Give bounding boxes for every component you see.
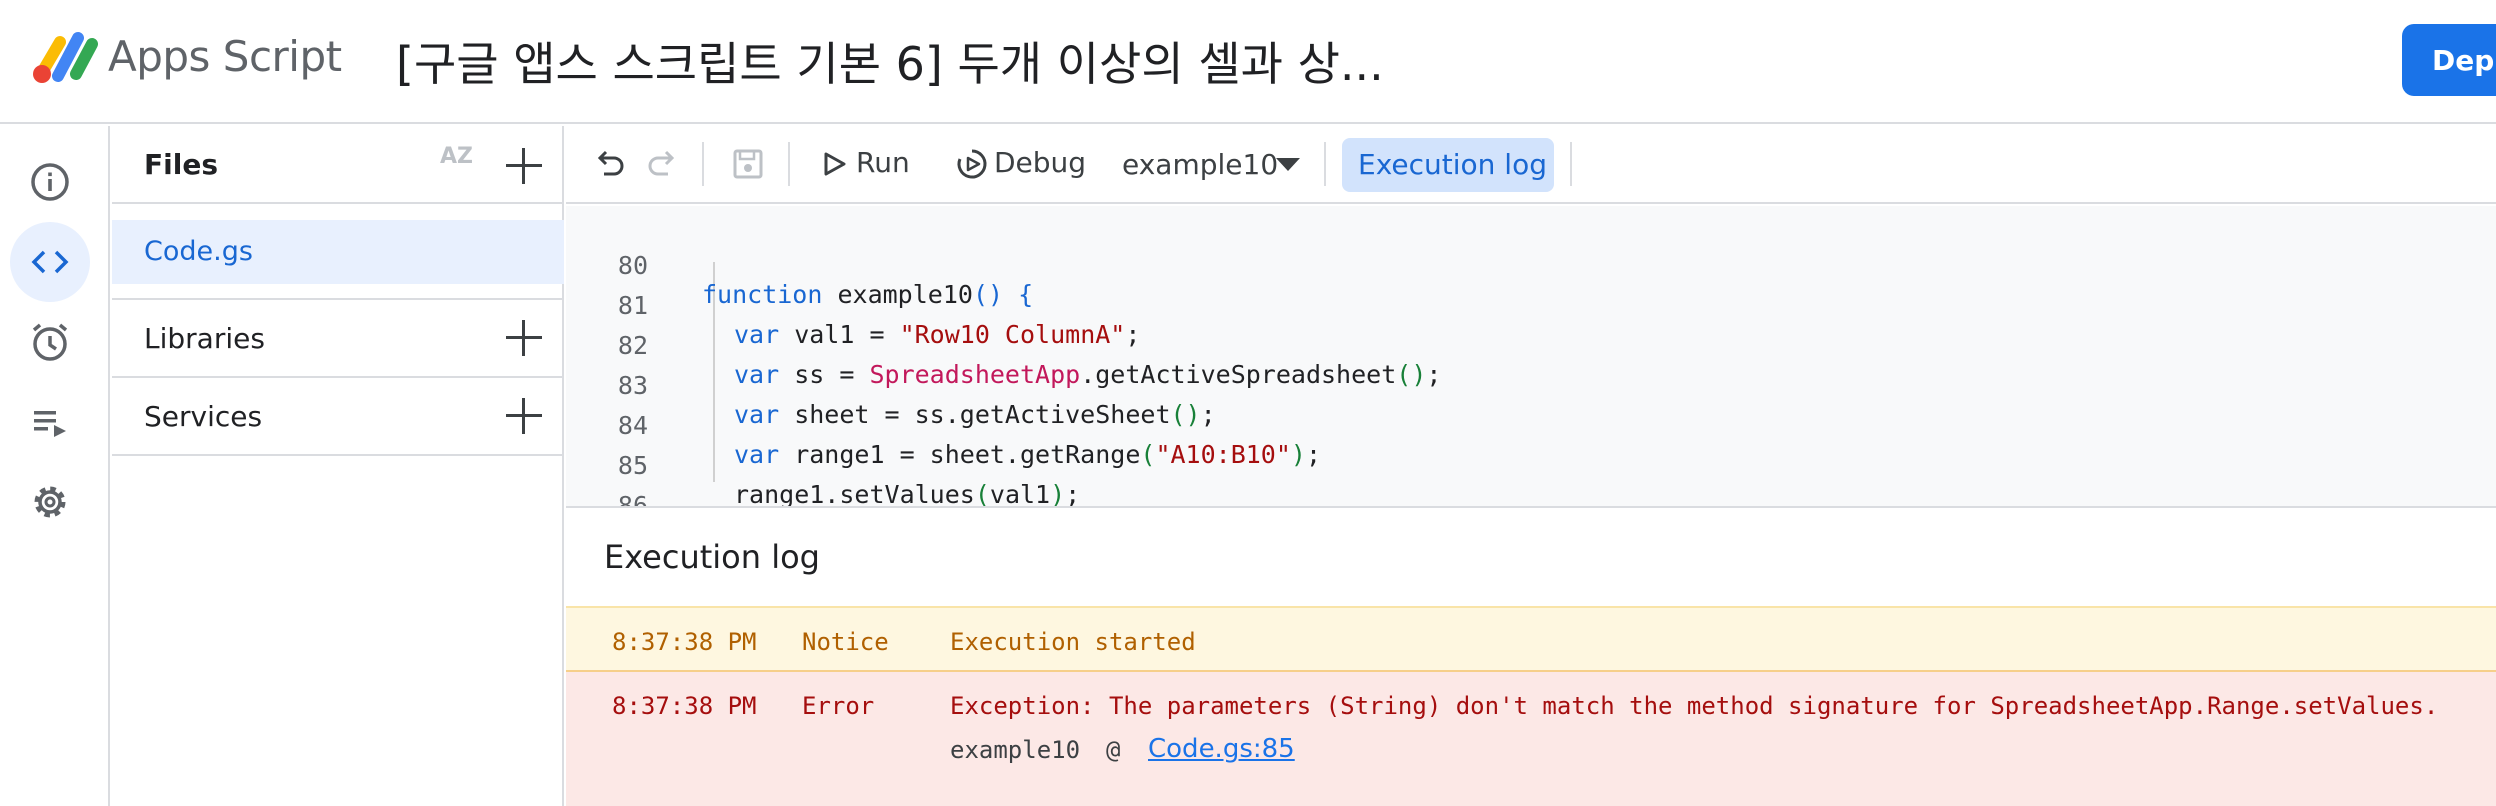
log-message: Execution started — [950, 628, 1196, 656]
add-library-icon[interactable] — [504, 318, 544, 358]
toolbar-divider — [788, 142, 790, 186]
executions-icon — [34, 411, 66, 437]
toolbar-divider — [1324, 142, 1326, 186]
code-line: 83 var sheet = ss.getActiveSheet(); — [566, 342, 2496, 429]
apps-script-logo[interactable] — [30, 28, 102, 86]
log-time: 8:37:38 PM — [612, 692, 757, 720]
save-icon[interactable] — [728, 144, 768, 184]
editor-toolbar: Run Debug example10 Execution log — [566, 126, 2496, 204]
services-label: Services — [144, 400, 263, 433]
code-icon — [31, 250, 69, 274]
editor-nav-button[interactable] — [10, 222, 90, 302]
libraries-section[interactable]: Libraries — [112, 300, 564, 378]
log-function-name: example10 — [950, 736, 1081, 764]
files-label: Files — [144, 148, 218, 181]
services-section[interactable]: Services — [112, 378, 564, 456]
undo-icon[interactable] — [590, 144, 630, 184]
settings-nav-button[interactable] — [10, 462, 90, 542]
code-line: 82 var ss = SpreadsheetApp.getActiveSpre… — [566, 302, 2496, 389]
code-line: 81 var val1 = "Row10 ColumnA"; — [566, 262, 2496, 349]
file-name: Code.gs — [144, 236, 253, 267]
play-icon — [824, 152, 846, 176]
execution-log-button[interactable]: Execution log — [1342, 138, 1554, 192]
files-header: Files AZ — [112, 126, 564, 204]
overview-nav-button[interactable] — [10, 142, 90, 222]
log-level: Notice — [802, 628, 889, 656]
run-label: Run — [856, 146, 910, 179]
log-source-link[interactable]: Code.gs:85 — [1148, 734, 1295, 764]
toolbar-divider — [702, 142, 704, 186]
debug-icon — [957, 149, 987, 179]
code-line: 86 } — [566, 462, 2496, 506]
log-message: Exception: The parameters (String) don't… — [950, 692, 2439, 720]
dropdown-arrow-icon — [1276, 158, 1300, 171]
debug-button[interactable]: Debug — [954, 126, 1104, 204]
debug-label: Debug — [994, 146, 1087, 179]
app-name[interactable]: Apps Script — [108, 32, 342, 81]
log-entry-notice: 8:37:38 PM Notice Execution started — [566, 606, 2496, 672]
add-service-icon[interactable] — [504, 396, 544, 436]
code-line: 85 range1.setValues(val1); — [566, 422, 2496, 506]
run-button[interactable]: Run — [816, 126, 940, 204]
left-nav-rail — [0, 126, 110, 806]
add-file-icon[interactable] — [504, 146, 544, 186]
code-line: 80 function example10() { — [566, 222, 2496, 309]
code-editor[interactable]: 80 function example10() { 81 var val1 = … — [566, 206, 2496, 508]
files-panel: Files AZ Code.gs Libraries Services — [112, 126, 564, 806]
executions-nav-button[interactable] — [10, 382, 90, 462]
log-time: 8:37:38 PM — [612, 628, 757, 656]
info-icon — [31, 163, 69, 201]
redo-icon[interactable] — [642, 144, 682, 184]
toolbar-divider — [1570, 142, 1572, 186]
log-entry-error: 8:37:38 PM Error Exception: The paramete… — [566, 672, 2496, 806]
alarm-icon — [32, 323, 68, 361]
triggers-nav-button[interactable] — [10, 302, 90, 382]
file-item-code-gs[interactable]: Code.gs — [112, 220, 564, 284]
log-at-symbol: @ — [1106, 736, 1121, 764]
sort-az-icon[interactable]: AZ — [440, 146, 473, 168]
settings-icon — [34, 486, 66, 518]
line-number: 86 — [617, 491, 648, 508]
project-title[interactable]: [구글 앱스 스크립트 기본 6] 두개 이상의 셀과 상... — [396, 28, 1384, 94]
deploy-button[interactable]: Deplo — [2402, 24, 2496, 96]
libraries-label: Libraries — [144, 322, 265, 355]
code-line: 84 var range1 = sheet.getRange("A10:B10"… — [566, 382, 2496, 469]
execution-log-title: Execution log — [604, 538, 820, 576]
log-level: Error — [802, 692, 875, 720]
function-select-value: example10 — [1122, 148, 1279, 181]
function-select[interactable]: example10 — [1122, 126, 1312, 204]
top-bar: Apps Script [구글 앱스 스크립트 기본 6] 두개 이상의 셀과 … — [0, 0, 2496, 124]
